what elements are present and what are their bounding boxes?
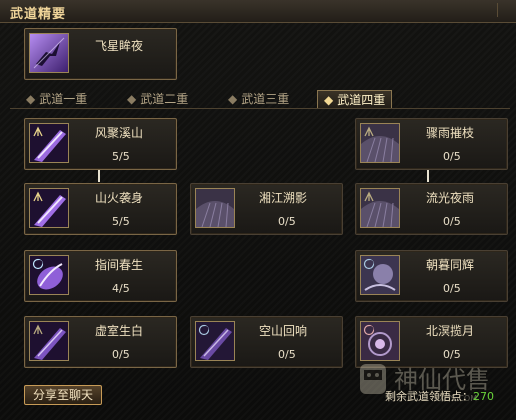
tier-tabs: ◆ 武道一重 ◆ 武道二重 ◆ 武道三重 ◆ 武道四重 <box>12 90 512 109</box>
panel-header: 武道精要 <box>0 0 516 23</box>
river-skill-icon <box>195 188 235 228</box>
tab-tier-2[interactable]: ◆ 武道二重 <box>127 90 188 108</box>
wind-skill-icon <box>29 123 69 163</box>
tab-tier-4[interactable]: ◆ 武道四重 <box>317 90 393 109</box>
skill-level: 0/5 <box>443 150 461 163</box>
skill-card[interactable]: 风聚溪山 5/5 <box>24 118 177 170</box>
featured-skill-icon <box>29 33 69 73</box>
skill-card[interactable]: 山火袭身 5/5 <box>24 183 177 235</box>
skill-name: 风聚溪山 <box>95 126 144 140</box>
tab-tier-1[interactable]: ◆ 武道一重 <box>26 90 87 108</box>
skill-level: 0/5 <box>443 215 461 228</box>
rain-skill-icon <box>360 123 400 163</box>
skill-card[interactable]: 指间春生 4/5 <box>24 250 177 302</box>
tab-diamond-icon: ◆ <box>26 92 36 106</box>
tab-label: 武道四重 <box>337 93 386 107</box>
skill-name: 虚室生白 <box>95 324 144 338</box>
skill-name: 空山回响 <box>259 324 308 338</box>
skill-name: 湘江溯影 <box>259 191 308 205</box>
connector-line <box>427 169 429 182</box>
connector-line <box>98 169 100 182</box>
tier-badge-icon <box>33 126 43 137</box>
void-skill-icon <box>29 321 69 361</box>
featured-skill-card[interactable]: 飞星眸夜 <box>24 28 177 80</box>
dawn-skill-icon <box>360 255 400 295</box>
skill-card[interactable]: 虚室生白 0/5 <box>24 316 177 368</box>
skill-name: 流光夜雨 <box>426 191 475 205</box>
points-value: 270 <box>473 390 494 403</box>
moon-badge-icon <box>363 258 375 270</box>
tab-diamond-icon: ◆ <box>324 93 334 107</box>
remaining-points: 剩余武道领悟点：270 <box>385 388 494 404</box>
moon-badge-icon <box>198 324 210 336</box>
fire-skill-icon <box>29 188 69 228</box>
skill-level: 5/5 <box>112 215 130 228</box>
tab-diamond-icon: ◆ <box>127 92 137 106</box>
tier-badge-icon <box>364 126 374 137</box>
moon-badge-icon <box>363 324 375 336</box>
tab-label: 武道二重 <box>140 92 189 106</box>
panel-title: 武道精要 <box>10 7 67 22</box>
skill-card[interactable]: 空山回响 0/5 <box>190 316 343 368</box>
skill-name: 山火袭身 <box>95 191 144 205</box>
skill-card[interactable]: 朝暮同辉 0/5 <box>355 250 508 302</box>
skill-card[interactable]: 湘江溯影 0/5 <box>190 183 343 235</box>
tab-label: 武道一重 <box>39 92 88 106</box>
skill-level: 4/5 <box>112 282 130 295</box>
skill-name: 骤雨摧枝 <box>426 126 475 140</box>
tab-label: 武道三重 <box>241 92 290 106</box>
share-to-chat-button[interactable]: 分享至聊天 <box>24 385 102 405</box>
moon-badge-icon <box>32 258 44 270</box>
skill-card[interactable]: 骤雨摧枝 0/5 <box>355 118 508 170</box>
tab-tier-3[interactable]: ◆ 武道三重 <box>228 90 289 108</box>
header-edge <box>497 3 512 17</box>
streamer-skill-icon <box>360 188 400 228</box>
tabs-divider <box>10 108 510 109</box>
wudao-panel: 武道精要 飞星眸夜 ◆ 武道一重 ◆ 武道二重 ◆ 武道三重 ◆ 武道四重 风聚溪山 5 <box>0 0 516 420</box>
tier-badge-icon <box>33 324 43 335</box>
skill-level: 5/5 <box>112 150 130 163</box>
moon-lake-skill-icon <box>360 321 400 361</box>
skill-name: 指间春生 <box>95 258 144 272</box>
skill-name: 朝暮同辉 <box>426 258 475 272</box>
skill-level: 0/5 <box>443 282 461 295</box>
skill-level: 0/5 <box>112 348 130 361</box>
echo-skill-icon <box>195 321 235 361</box>
skill-level: 0/5 <box>278 348 296 361</box>
tab-diamond-icon: ◆ <box>228 92 238 106</box>
tier-badge-icon <box>364 191 374 202</box>
skill-card[interactable]: 流光夜雨 0/5 <box>355 183 508 235</box>
spring-skill-icon <box>29 255 69 295</box>
featured-skill-name: 飞星眸夜 <box>95 39 144 53</box>
skill-level: 0/5 <box>278 215 296 228</box>
skill-name: 北溟揽月 <box>426 324 475 338</box>
tier-badge-icon <box>33 191 43 202</box>
points-label: 剩余武道领悟点： <box>385 390 473 403</box>
